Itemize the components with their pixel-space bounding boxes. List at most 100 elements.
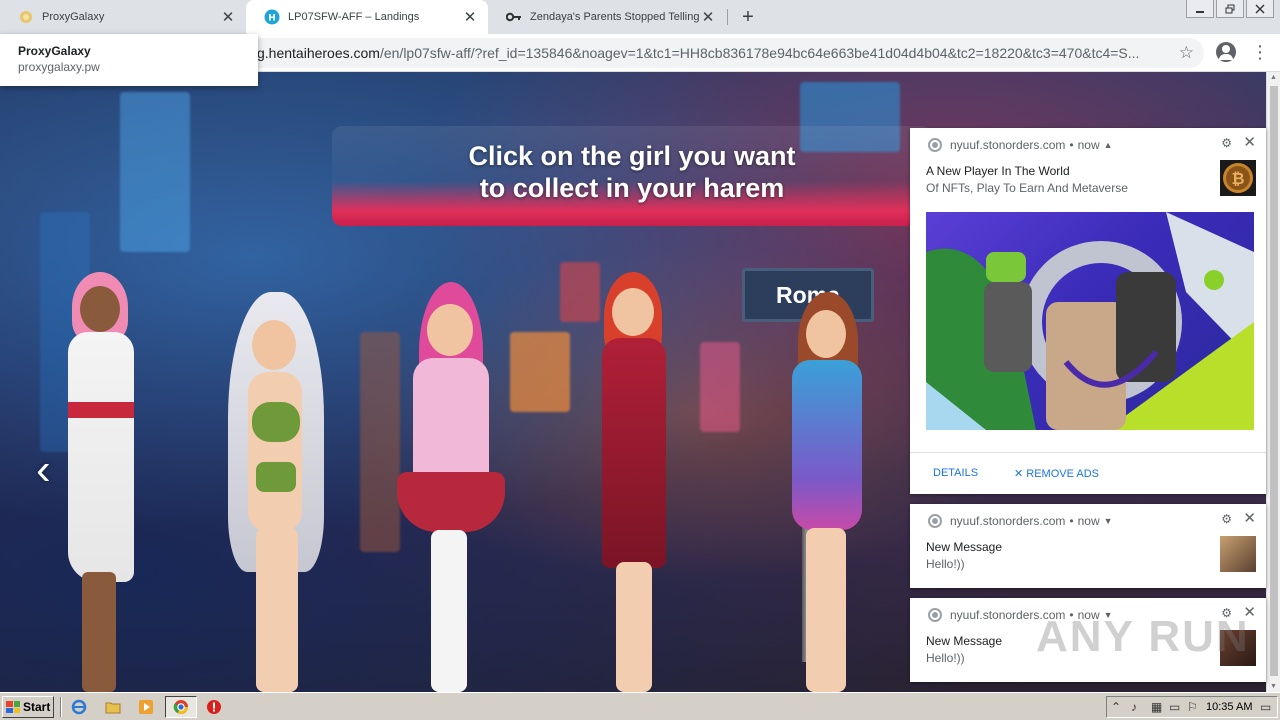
start-button[interactable]: Start	[2, 696, 54, 718]
scroll-down-icon[interactable]: ▼	[1270, 683, 1277, 690]
volume-icon[interactable]: ♪	[1131, 700, 1137, 714]
details-button[interactable]: DETAILS	[933, 467, 978, 479]
maximize-button[interactable]	[1216, 0, 1244, 18]
scrollbar-thumb[interactable]	[1270, 86, 1278, 676]
close-icon[interactable]: ✕	[220, 9, 236, 26]
anyrun-watermark: ANY RUN	[1036, 612, 1250, 661]
neon-light	[120, 92, 190, 252]
address-bar[interactable]: g.hentaiheroes.com/en/lp07sfw-aff/?ref_i…	[200, 38, 1204, 68]
notification-site: nyuuf.stonorders.com	[950, 514, 1066, 528]
svg-text:₿: ₿	[1231, 169, 1244, 188]
svg-text:H: H	[268, 14, 276, 24]
banner-heading: Click on the girl you want to collect in…	[332, 140, 932, 204]
notification-body: Hello!))	[926, 651, 965, 665]
key-icon	[506, 9, 522, 25]
banner-line-1: Click on the girl you want	[468, 141, 796, 171]
notification-1[interactable]: nyuuf.stonorders.com • now ▲ ⚙ ✕ A New P…	[910, 128, 1266, 494]
tab-hover-card: ProxyGalaxy proxygalaxy.pw	[0, 34, 258, 86]
gear-icon[interactable]: ⚙	[1221, 512, 1232, 526]
monitor-icon[interactable]: ▭	[1169, 700, 1180, 714]
proxy-galaxy-icon	[18, 9, 34, 25]
notification-title: A New Player In The World	[926, 164, 1070, 178]
avatar-thumbnail	[1220, 536, 1256, 572]
system-tray: ⌃ ♪ ▦ ▭ ⚐ 10:35 AM ▭	[1106, 696, 1278, 718]
close-icon	[1255, 4, 1265, 13]
banner-line-2: to collect in your harem	[479, 173, 785, 203]
new-tab-button[interactable]: +	[737, 6, 759, 28]
character-2[interactable]	[200, 292, 350, 692]
tab-proxygalaxy[interactable]: ProxyGalaxy ✕	[0, 0, 246, 34]
notification-header: nyuuf.stonorders.com • now ▲	[928, 138, 1113, 152]
neon-light	[700, 342, 740, 432]
url-text[interactable]: g.hentaiheroes.com/en/lp07sfw-aff/?ref_i…	[257, 45, 1157, 61]
cta-banner: Click on the girl you want to collect in…	[332, 126, 932, 226]
windows-taskbar: Start ⌃ ♪ ▦ ▭ ⚐ 10:35 AM ▭	[0, 692, 1280, 720]
notification-site: nyuuf.stonorders.com	[950, 138, 1066, 152]
notification-image	[926, 212, 1254, 430]
minimize-button[interactable]	[1186, 0, 1214, 18]
character-4[interactable]	[590, 272, 680, 692]
tab-separator	[727, 9, 728, 25]
tab-title: LP07SFW-AFF – Landings	[288, 11, 420, 23]
chevron-up-icon[interactable]: ▲	[1104, 140, 1113, 150]
notification-2[interactable]: nyuuf.stonorders.com • now ▼ ⚙ ✕ New Mes…	[910, 504, 1266, 588]
chrome-icon	[928, 138, 942, 152]
notification-body: Hello!))	[926, 557, 965, 571]
close-window-button[interactable]	[1246, 0, 1274, 18]
notification-title: New Message	[926, 634, 1003, 648]
chevron-up-icon[interactable]: ⌃	[1111, 700, 1121, 714]
media-player-icon[interactable]	[137, 698, 155, 716]
taskbar-clock[interactable]: 10:35 AM	[1206, 701, 1252, 713]
tab-zendaya[interactable]: Zendaya's Parents Stopped Telling H ✕	[488, 0, 726, 34]
show-desktop-icon[interactable]: ▭	[1260, 700, 1271, 714]
windows-logo-icon	[6, 701, 20, 713]
notification-actions: DETAILS ✕ REMOVE ADS	[910, 452, 1266, 494]
stop-sign-icon[interactable]	[205, 698, 223, 716]
notification-title: New Message	[926, 540, 1003, 554]
folder-icon[interactable]	[104, 698, 122, 716]
scroll-up-icon[interactable]: ▲	[1270, 74, 1277, 81]
notification-header: nyuuf.stonorders.com • now ▼	[928, 514, 1113, 528]
start-label: Start	[23, 700, 51, 714]
url-host: g.hentaiheroes.com	[257, 45, 380, 61]
internet-explorer-icon[interactable]	[70, 698, 88, 716]
tab-title: ProxyGalaxy	[42, 11, 105, 23]
window-controls	[1186, 0, 1274, 18]
x-icon: ✕	[1014, 468, 1027, 480]
neon-light	[510, 332, 570, 412]
chrome-icon	[928, 608, 942, 622]
character-5[interactable]	[770, 292, 880, 692]
tab-strip: ProxyGalaxy ✕ H LP07SFW-AFF – Landings ✕…	[0, 0, 1280, 34]
remove-ads-label: REMOVE ADS	[1026, 468, 1100, 480]
chrome-icon	[172, 698, 190, 716]
close-icon[interactable]: ✕	[1243, 509, 1256, 527]
close-icon[interactable]: ✕	[700, 9, 716, 26]
character-1[interactable]	[50, 272, 150, 692]
profile-avatar-icon[interactable]	[1216, 42, 1236, 62]
menu-dots-icon[interactable]: ⋮	[1251, 42, 1269, 62]
restore-icon	[1225, 4, 1235, 13]
bookmark-star-icon[interactable]: ☆	[1179, 43, 1194, 63]
character-3[interactable]	[385, 282, 515, 692]
close-icon[interactable]: ✕	[1243, 133, 1256, 151]
hover-card-domain: proxygalaxy.pw	[18, 60, 100, 74]
gear-icon[interactable]: ⚙	[1221, 136, 1232, 150]
notification-body: Of NFTs, Play To Earn And Metaverse	[926, 181, 1128, 195]
bitcoin-icon: ₿	[1220, 160, 1256, 196]
page-scrollbar[interactable]: ▲ ▼	[1266, 72, 1280, 692]
hover-card-title: ProxyGalaxy	[18, 44, 91, 58]
network-icon[interactable]: ▦	[1151, 700, 1162, 714]
flag-icon[interactable]: ⚐	[1187, 700, 1198, 714]
chevron-down-icon[interactable]: ▼	[1104, 516, 1113, 526]
notification-time: now	[1077, 514, 1100, 528]
notification-time: now	[1077, 138, 1100, 152]
tab-landings[interactable]: H LP07SFW-AFF – Landings ✕	[246, 0, 488, 34]
hentai-heroes-icon: H	[264, 9, 280, 25]
taskbar-separator	[60, 697, 62, 717]
remove-ads-button[interactable]: ✕ REMOVE ADS	[1014, 467, 1099, 480]
minimize-icon	[1196, 10, 1204, 13]
close-icon[interactable]: ✕	[462, 9, 478, 26]
url-path: /en/lp07sfw-aff/?ref_id=135846&noagev=1&…	[379, 45, 1140, 61]
carousel-prev-icon[interactable]: ‹	[36, 448, 51, 492]
chrome-icon	[928, 514, 942, 528]
